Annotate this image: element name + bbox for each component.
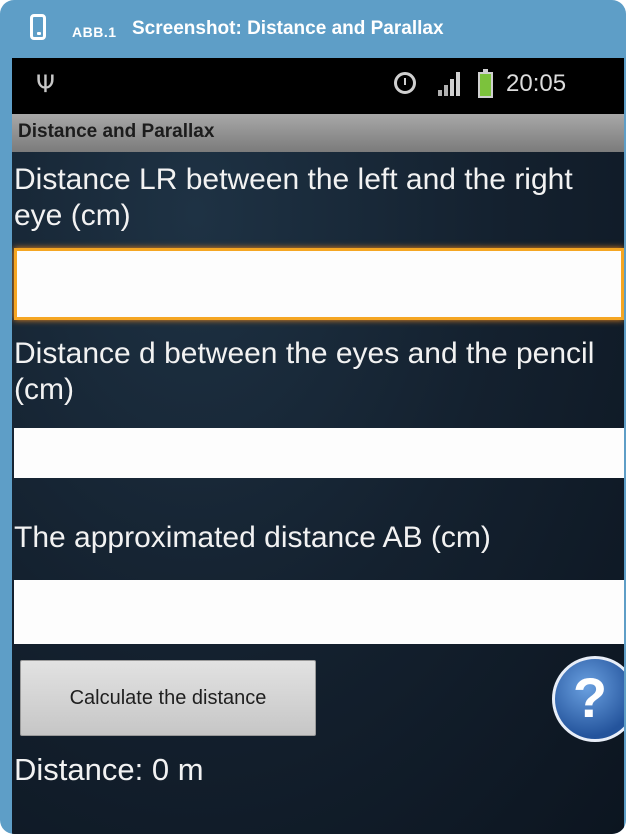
- distance-result: Distance: 0 m: [14, 752, 204, 787]
- status-time: 20:05: [506, 70, 567, 97]
- lr-distance-label: Distance LR between the left and the rig…: [14, 163, 573, 232]
- battery-icon: [478, 69, 493, 98]
- calculate-distance-button[interactable]: Calculate the distance: [20, 660, 316, 736]
- figure-caption: ABB.1 Screenshot: Distance and Parallax: [0, 0, 626, 58]
- ab-distance-input[interactable]: [14, 580, 624, 644]
- caption-title: Screenshot: Distance and Parallax: [132, 18, 444, 39]
- figure-frame: ABB.1 Screenshot: Distance and Parallax …: [0, 0, 626, 834]
- app-title: Distance and Parallax: [18, 121, 215, 142]
- caption-label: ABB.1: [72, 24, 117, 40]
- ab-distance-label: The approximated distance AB (cm): [14, 521, 491, 554]
- lr-distance-input[interactable]: [14, 248, 624, 320]
- status-bar: Ψ 20:05: [12, 58, 624, 114]
- usb-icon: Ψ: [36, 70, 55, 98]
- signal-icon: [438, 72, 460, 96]
- pencil-distance-label: Distance d between the eyes and the penc…: [14, 337, 595, 406]
- phone-screen: Ψ 20:05 Distance and Parallax Distance L…: [12, 58, 624, 834]
- alarm-icon: [394, 72, 416, 94]
- pencil-distance-input[interactable]: [14, 428, 624, 478]
- help-icon[interactable]: ?: [552, 656, 624, 742]
- phone-icon: [30, 14, 46, 40]
- app-title-bar: Distance and Parallax: [12, 114, 624, 152]
